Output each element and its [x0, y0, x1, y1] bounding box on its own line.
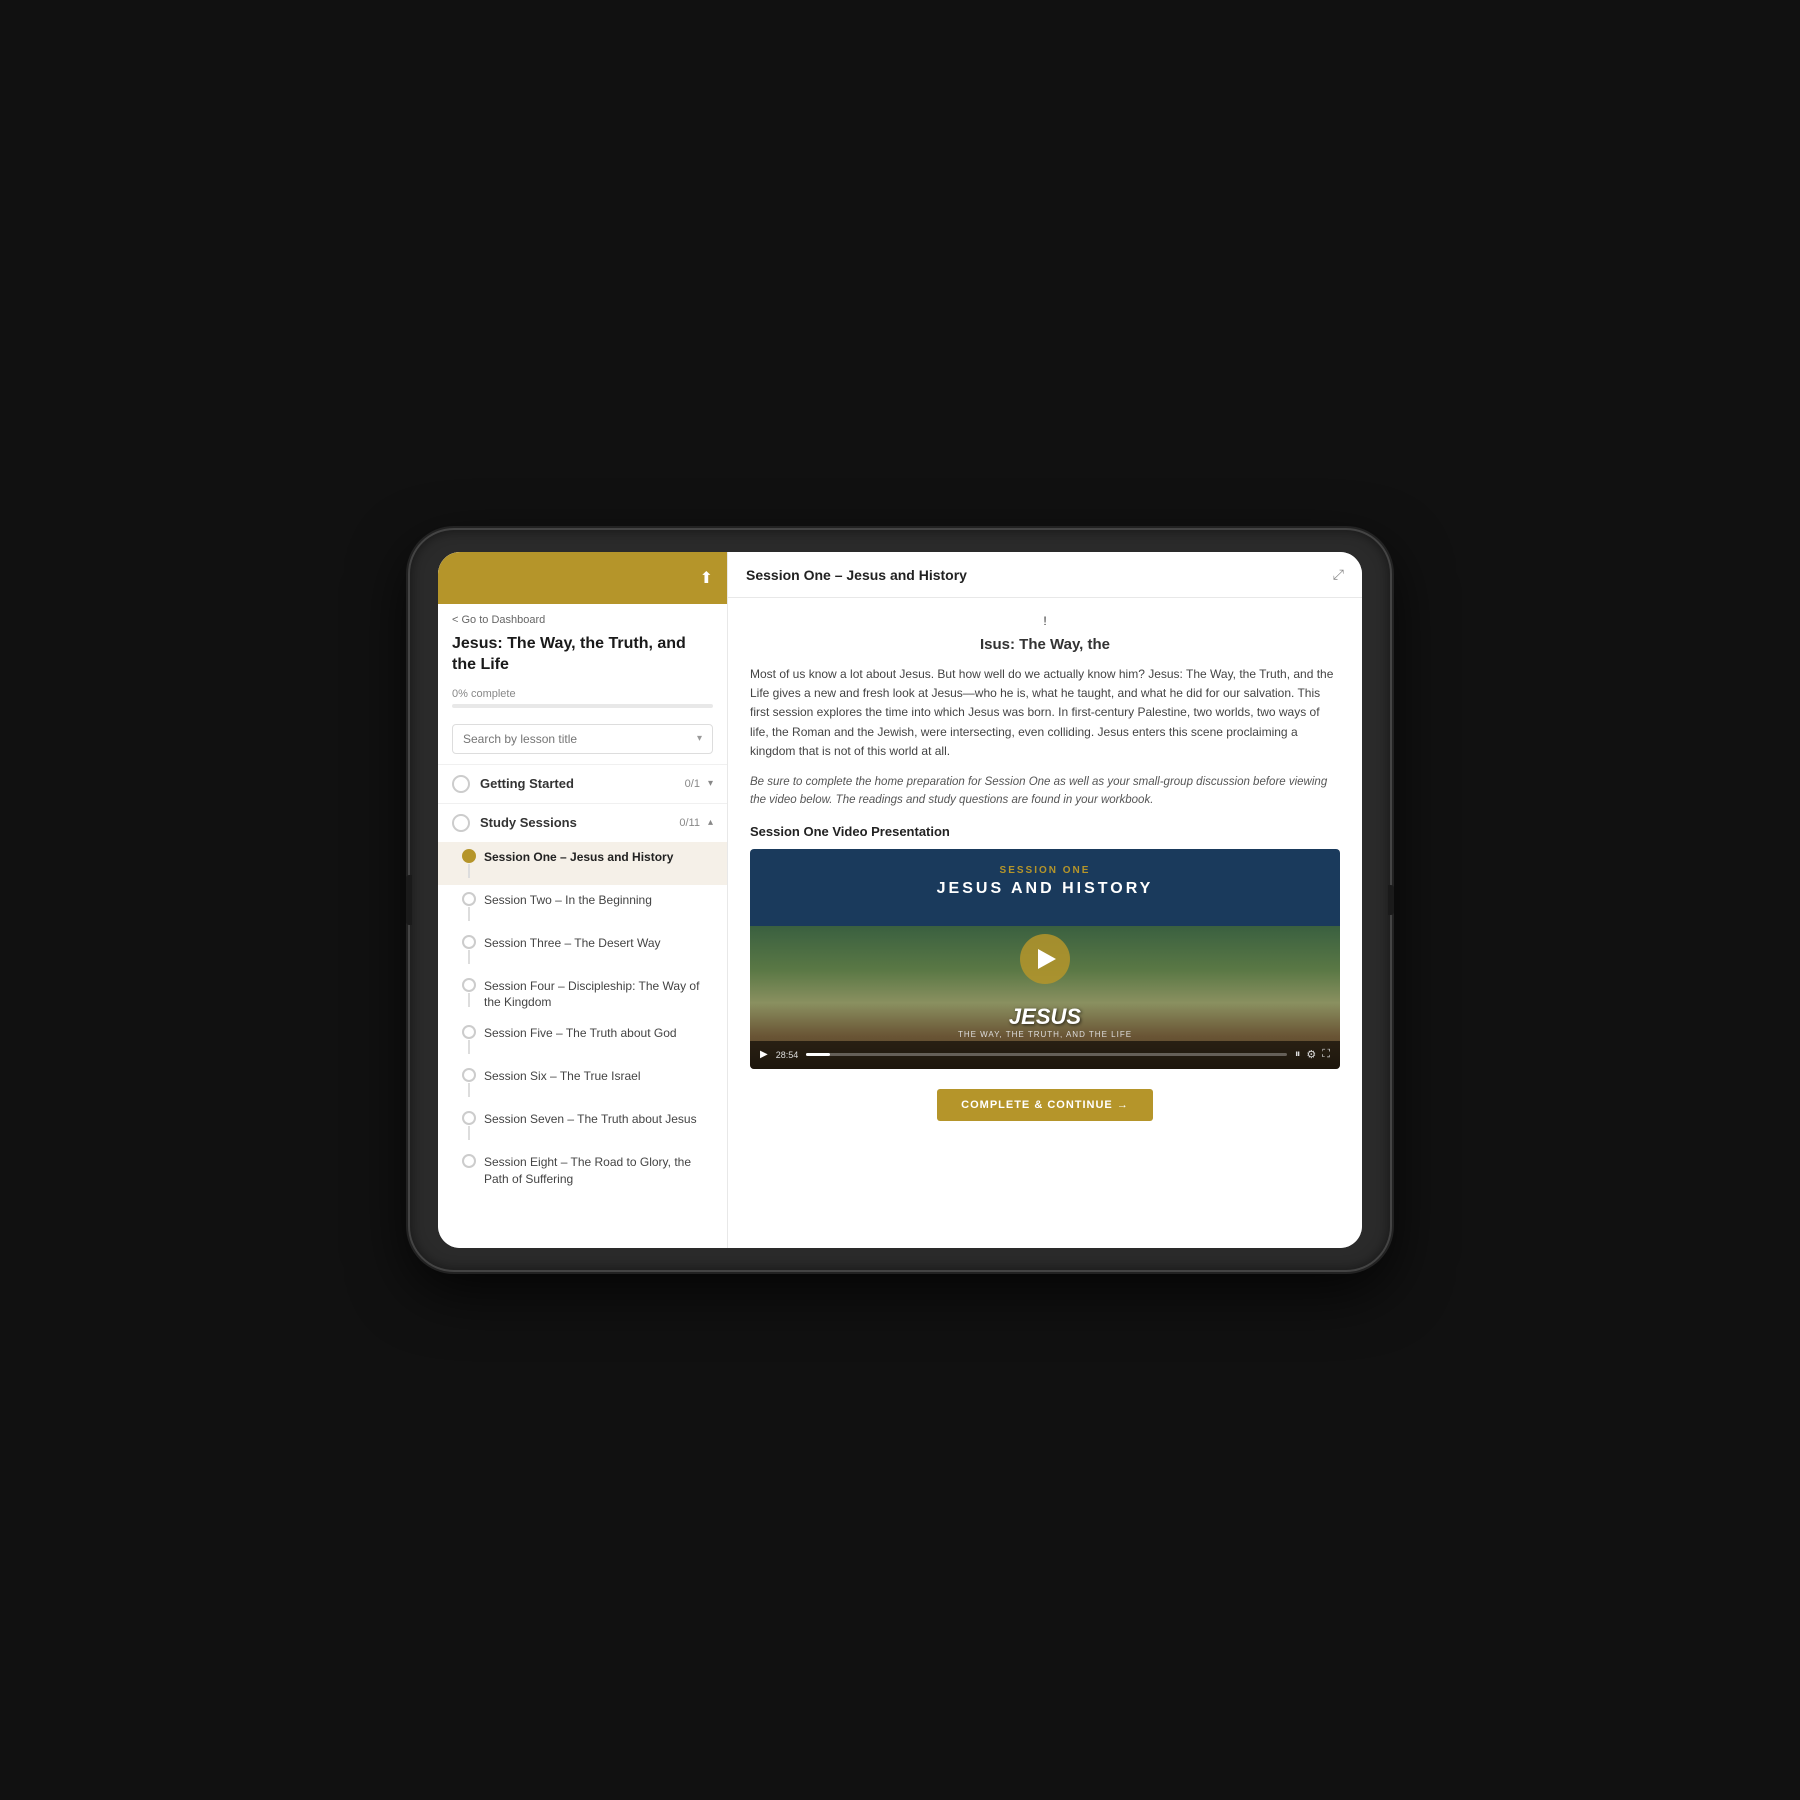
content-header-title: Session One – Jesus and History [746, 567, 967, 583]
lesson-indicator [462, 1025, 476, 1054]
lesson-dot [462, 978, 476, 992]
progress-section: 0% complete [438, 686, 727, 714]
fullscreen-icon[interactable]: ⛶ [1322, 1048, 1330, 1061]
list-item[interactable]: Session Seven – The Truth about Jesus [438, 1104, 727, 1147]
lesson-connector-line [468, 950, 470, 964]
chevron-down-icon: ▾ [697, 733, 702, 744]
section-title: Getting Started [480, 776, 685, 791]
video-play-icon[interactable]: ▶ [760, 1049, 768, 1060]
list-item[interactable]: Session Two – In the Beginning [438, 885, 727, 928]
complete-btn-wrap: COMPLETE & CONTINUE → [750, 1083, 1340, 1127]
exclamation-mark: ! [750, 614, 1340, 628]
tablet-power-button[interactable] [1388, 885, 1394, 915]
lesson-list: Session One – Jesus and History Session … [438, 842, 727, 1195]
expand-icon[interactable]: ⤢ [1333, 566, 1344, 583]
lesson-dot [462, 1111, 476, 1125]
sidebar: ⬆ < Go to Dashboard Jesus: The Way, the … [438, 552, 728, 1248]
share-icon[interactable]: ⬆ [700, 568, 713, 588]
video-section-label: Session One Video Presentation [750, 824, 1340, 839]
content-intro-text: Most of us know a lot about Jesus. But h… [750, 665, 1340, 761]
volume-icon[interactable]: ⏸ [1295, 1048, 1301, 1061]
section-count: 0/11 [679, 817, 700, 829]
tablet-screen: ⬆ < Go to Dashboard Jesus: The Way, the … [438, 552, 1362, 1248]
progress-label: 0% complete [452, 688, 713, 700]
video-bottom-subtitle: THE WAY, THE TRUTH, AND THE LIFE [766, 1030, 1324, 1039]
content-header: Session One – Jesus and History ⤢ [728, 552, 1362, 598]
back-to-dashboard-link[interactable]: < Go to Dashboard [438, 604, 727, 630]
complete-and-continue-button[interactable]: COMPLETE & CONTINUE → [937, 1089, 1153, 1121]
lesson-dot [462, 849, 476, 863]
lesson-indicator [462, 978, 476, 1007]
sidebar-header: ⬆ [438, 552, 727, 604]
list-item[interactable]: Session Five – The Truth about God [438, 1018, 727, 1061]
lesson-title: Session Seven – The Truth about Jesus [484, 1111, 713, 1128]
list-item[interactable]: Session Six – The True Israel [438, 1061, 727, 1104]
lesson-dot [462, 1025, 476, 1039]
search-section: ▾ [438, 714, 727, 764]
lesson-indicator [462, 1068, 476, 1097]
video-timestamp: 28:54 [776, 1050, 799, 1060]
video-controls: ▶ 28:54 ⏸ ⚙ ⛶ [750, 1041, 1340, 1069]
search-input[interactable] [463, 732, 697, 746]
lesson-title: Session One – Jesus and History [484, 849, 713, 866]
lesson-dot [462, 892, 476, 906]
content-subtitle: Isus: The Way, the [750, 636, 1340, 653]
video-control-icons: ⏸ ⚙ ⛶ [1295, 1048, 1330, 1061]
section-circle [452, 775, 470, 793]
lesson-indicator [462, 1111, 476, 1140]
sidebar-sections: Getting Started 0/1 ▾ Study Sessions 0/1… [438, 764, 727, 1248]
list-item[interactable]: Session Four – Discipleship: The Way of … [438, 971, 727, 1019]
section-count: 0/1 [685, 778, 700, 790]
list-item[interactable]: Session Eight – The Road to Glory, the P… [438, 1147, 727, 1195]
tablet-device: ⬆ < Go to Dashboard Jesus: The Way, the … [410, 530, 1390, 1270]
video-player[interactable]: SESSION ONE JESUS AND HISTORY JESUS THE … [750, 849, 1340, 1069]
video-session-label: SESSION ONE [766, 865, 1324, 876]
lesson-title: Session Two – In the Beginning [484, 892, 713, 909]
lesson-connector-line [468, 907, 470, 921]
lesson-indicator [462, 935, 476, 964]
progress-track [452, 704, 713, 708]
lesson-dot [462, 935, 476, 949]
search-box[interactable]: ▾ [452, 724, 713, 754]
lesson-title: Session Three – The Desert Way [484, 935, 713, 952]
chevron-up-icon: ▴ [708, 817, 713, 828]
lesson-connector-line [468, 1083, 470, 1097]
section-study-sessions[interactable]: Study Sessions 0/11 ▴ [438, 803, 727, 842]
list-item[interactable]: Session One – Jesus and History [438, 842, 727, 885]
lesson-title: Session Four – Discipleship: The Way of … [484, 978, 713, 1012]
video-bottom-text: JESUS [766, 1004, 1324, 1030]
lesson-title: Session Eight – The Road to Glory, the P… [484, 1154, 713, 1188]
lesson-dot [462, 1154, 476, 1168]
content-italic-text: Be sure to complete the home preparation… [750, 773, 1340, 810]
course-title: Jesus: The Way, the Truth, and the Life [438, 630, 727, 686]
lesson-title: Session Six – The True Israel [484, 1068, 713, 1085]
section-title: Study Sessions [480, 815, 679, 830]
section-getting-started[interactable]: Getting Started 0/1 ▾ [438, 764, 727, 803]
content-body: ! Isus: The Way, the Most of us know a l… [728, 598, 1362, 1248]
lesson-indicator [462, 892, 476, 921]
video-overlay-top: SESSION ONE JESUS AND HISTORY [750, 849, 1340, 914]
lesson-indicator [462, 849, 476, 878]
section-circle [452, 814, 470, 832]
video-progress-bar[interactable] [806, 1053, 1287, 1056]
settings-icon[interactable]: ⚙ [1306, 1048, 1316, 1061]
main-content: Session One – Jesus and History ⤢ ! Isus… [728, 552, 1362, 1248]
lesson-connector-line [468, 1126, 470, 1140]
list-item[interactable]: Session Three – The Desert Way [438, 928, 727, 971]
lesson-connector-line [468, 1040, 470, 1054]
lesson-connector-line [468, 864, 470, 878]
lesson-title: Session Five – The Truth about God [484, 1025, 713, 1042]
video-play-button[interactable] [1020, 934, 1070, 984]
lesson-dot [462, 1068, 476, 1082]
video-session-title: JESUS AND HISTORY [766, 880, 1324, 898]
tablet-side-button[interactable] [406, 875, 412, 925]
chevron-down-icon: ▾ [708, 778, 713, 789]
video-bottom-area: JESUS THE WAY, THE TRUTH, AND THE LIFE [750, 1004, 1340, 1039]
video-progress-fill [806, 1053, 830, 1056]
lesson-connector-line [468, 993, 470, 1007]
lesson-indicator [462, 1154, 476, 1168]
